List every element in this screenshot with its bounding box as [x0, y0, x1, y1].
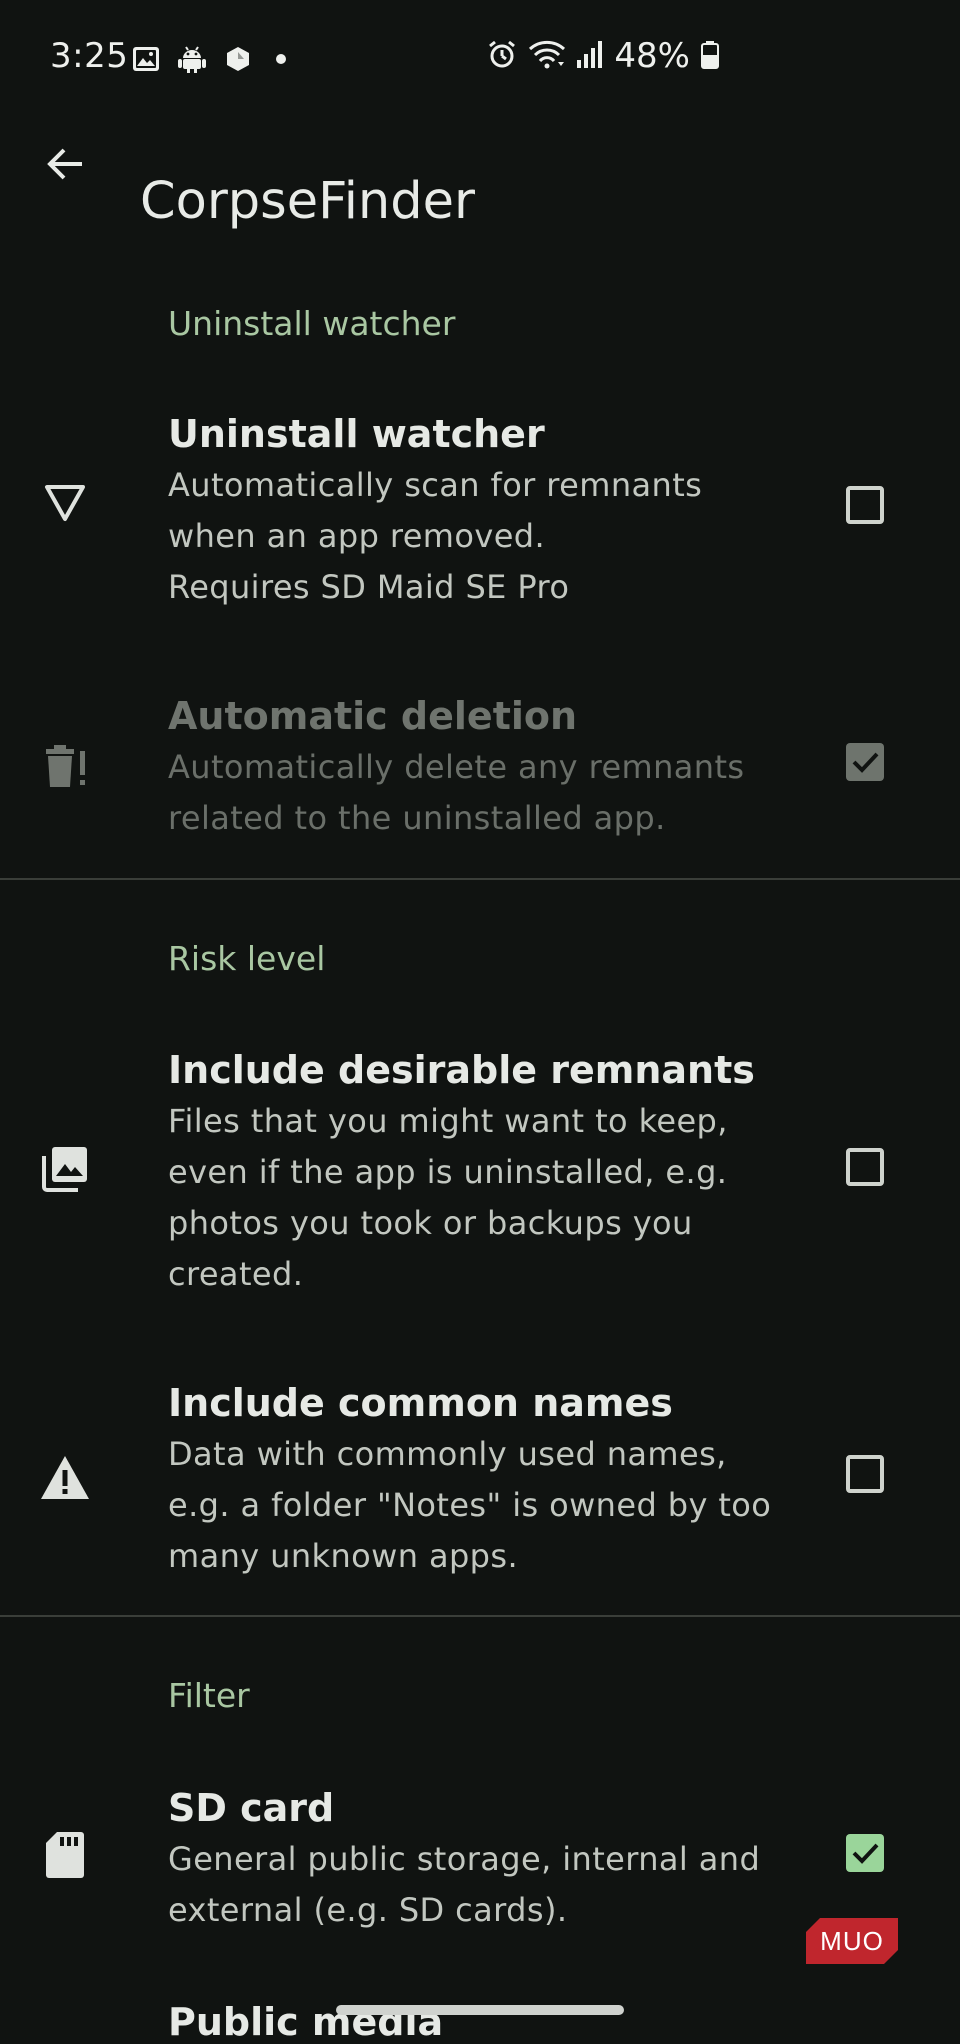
- gesture-nav-handle[interactable]: [336, 2005, 624, 2015]
- pref-title: SD card: [168, 1786, 335, 1830]
- pref-summary: Files that you might want to keep, even …: [168, 1102, 728, 1293]
- pref-summary: Automatically scan for remnants when an …: [168, 466, 703, 606]
- pref-text: Automatic deletion Automatically delete …: [168, 690, 778, 844]
- trash-alert-icon: [38, 740, 92, 794]
- automatic-deletion-checkbox: [846, 743, 884, 781]
- status-time: 3:25: [50, 36, 129, 76]
- status-notification-icons: [131, 44, 299, 78]
- pref-summary: General public storage, internal and ext…: [168, 1840, 761, 1929]
- status-bar: 3:25 48%: [0, 0, 960, 116]
- app-icon: [223, 44, 253, 78]
- uninstall-watcher-checkbox[interactable]: [846, 486, 884, 524]
- triangle-down-outline-icon: [38, 476, 92, 530]
- divider: [0, 1615, 960, 1617]
- pref-text: Include desirable remnants Files that yo…: [168, 1044, 778, 1300]
- section-header-risk-level: Risk level: [168, 939, 326, 978]
- watermark-text: MUO: [820, 1925, 884, 1956]
- image-icon: [131, 44, 161, 78]
- signal-icon: [576, 38, 604, 74]
- watermark: MUO: [806, 1918, 898, 1964]
- pref-automatic-deletion: Automatic deletion Automatically delete …: [0, 690, 960, 860]
- status-system-icons: 48%: [486, 36, 720, 76]
- pref-uninstall-watcher[interactable]: Uninstall watcher Automatically scan for…: [0, 404, 960, 624]
- pref-include-common-names[interactable]: Include common names Data with commonly …: [0, 1373, 960, 1593]
- alarm-icon: [486, 38, 518, 74]
- include-desirable-remnants-checkbox[interactable]: [846, 1148, 884, 1186]
- sd-card-checkbox[interactable]: [846, 1834, 884, 1872]
- pref-include-desirable-remnants[interactable]: Include desirable remnants Files that yo…: [0, 1040, 960, 1310]
- arrow-back-icon: [47, 148, 82, 180]
- back-button[interactable]: [38, 136, 94, 192]
- battery-icon: [700, 38, 720, 74]
- divider: [0, 878, 960, 880]
- battery-percent: 48%: [614, 36, 690, 76]
- pref-text: Include common names Data with commonly …: [168, 1377, 778, 1582]
- wifi-icon: [528, 38, 566, 74]
- pref-summary: Automatically delete any remnants relate…: [168, 748, 745, 837]
- dot-icon: [269, 44, 299, 78]
- pref-title: Include desirable remnants: [168, 1048, 755, 1092]
- section-header-filter: Filter: [168, 1676, 250, 1715]
- pref-text: Uninstall watcher Automatically scan for…: [168, 408, 778, 613]
- check-icon: [852, 1843, 879, 1864]
- app-bar: CorpseFinder: [0, 116, 960, 231]
- android-icon: [177, 44, 207, 78]
- page-title: CorpseFinder: [140, 172, 475, 232]
- check-icon: [852, 752, 879, 773]
- warning-icon: [38, 1451, 92, 1505]
- pref-summary: Data with commonly used names, e.g. a fo…: [168, 1435, 772, 1575]
- pref-text: SD card General public storage, internal…: [168, 1782, 778, 1936]
- include-common-names-checkbox[interactable]: [846, 1455, 884, 1493]
- pref-title: Uninstall watcher: [168, 412, 545, 456]
- image-multiple-icon: [38, 1142, 92, 1196]
- pref-title: Include common names: [168, 1381, 673, 1425]
- sd-card-icon: [38, 1828, 92, 1882]
- pref-title: Automatic deletion: [168, 694, 578, 738]
- section-header-uninstall-watcher: Uninstall watcher: [168, 304, 456, 343]
